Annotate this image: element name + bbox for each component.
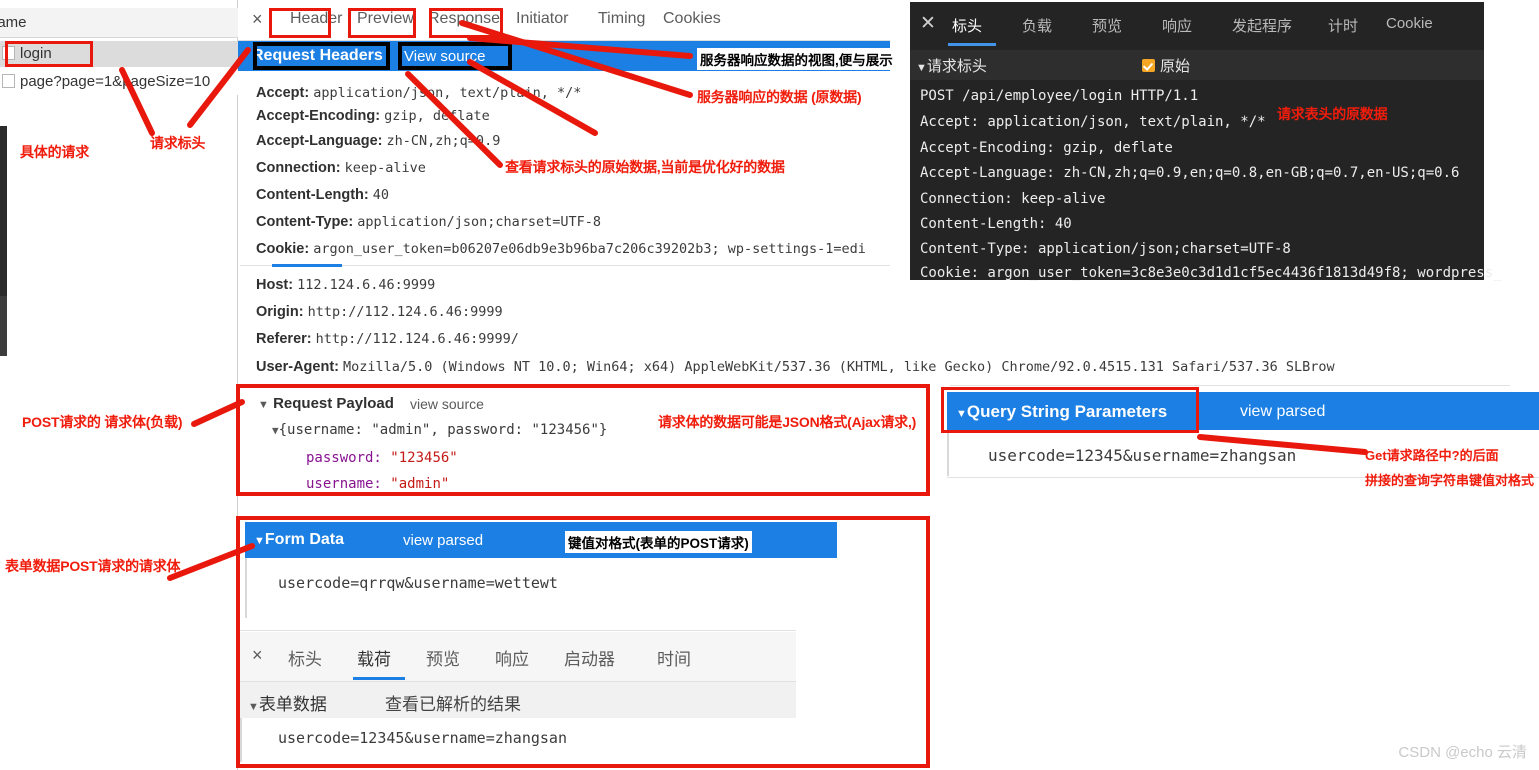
header-row: User-Agent: Mozilla/5.0 (Windows NT 10.0… (256, 359, 1335, 375)
header-row: Accept-Language: zh-CN,zh;q=0.9 (256, 133, 500, 149)
header-row: Content-Type: application/json;charset=U… (256, 214, 601, 230)
header-key: Host: (256, 277, 294, 293)
header-value: application/json, text/plain, */* (313, 85, 582, 101)
header-value: zh-CN,zh;q=0.9 (386, 133, 501, 149)
header-row: Content-Length: 40 (256, 187, 389, 203)
tab-initiator-cn[interactable]: 发起程序 (1232, 15, 1292, 36)
header-key: Content-Length: (256, 187, 369, 203)
tab-response-cn[interactable]: 响应 (1162, 15, 1192, 36)
dark-section-title-text: 请求标头 (926, 58, 987, 75)
cn-devtools-dark-panel: ✕ 标头 负载 预览 响应 发起程序 计时 Cookie ▼请求标头 原始 PO… (910, 2, 1502, 281)
raw-header-line: POST /api/employee/login HTTP/1.1 (920, 88, 1199, 104)
raw-header-line: Content-Type: application/json;charset=U… (920, 241, 1291, 257)
highlight-box-request-payload (236, 384, 930, 496)
header-value: http://112.124.6.46:9999 (307, 304, 503, 320)
header-value: application/json;charset=UTF-8 (357, 214, 602, 230)
header-row: Cookie: argon_user_token=b06207e06db9e3b… (256, 241, 866, 257)
checkbox-icon[interactable] (2, 74, 15, 88)
qs-indent-guide (947, 430, 949, 476)
close-icon[interactable]: ✕ (920, 14, 936, 33)
header-row: Connection: keep-alive (256, 160, 426, 176)
request-list-header: lame (0, 8, 238, 38)
header-value: Mozilla/5.0 (Windows NT 10.0; Win64; x64… (343, 359, 1335, 375)
header-key: User-Agent: (256, 359, 339, 375)
close-icon[interactable]: × (252, 10, 263, 28)
header-value: http://112.124.6.46:9999/ (315, 331, 519, 347)
raw-header-line: Accept-Language: zh-CN,zh;q=0.9,en;q=0.8… (920, 165, 1460, 181)
annotation-response-raw-data: 服务器响应的数据 (原数据) (697, 89, 862, 105)
request-list-panel: lame login page?page=1&pageSize=10 (0, 0, 238, 770)
left-dark-strip-lower (0, 296, 7, 356)
raw-header-line: Cookie: argon_user_token=3c8e3e0c3d1d1cf… (920, 265, 1502, 281)
tab-preview-cn[interactable]: 预览 (1092, 15, 1122, 36)
header-key: Cookie: (256, 241, 310, 257)
annotation-raw-header-data: 请求表头的原数据 (1277, 106, 1388, 122)
watermark: CSDN @echo 云清 (1398, 744, 1527, 761)
header-key: Accept: (256, 85, 310, 101)
raw-header-line: Connection: keep-alive (920, 191, 1106, 207)
annotation-request-headers: 请求标头 (150, 135, 206, 151)
highlight-box-request-headers (253, 42, 390, 70)
header-row: Referer: http://112.124.6.46:9999/ (256, 331, 519, 347)
header-key: Content-Type: (256, 214, 354, 230)
tab-timing[interactable]: Timing (598, 10, 645, 28)
highlight-box-login (5, 41, 93, 67)
annotation-json-payload: 请求体的数据可能是JSON格式(Ajax请求,) (658, 414, 917, 430)
highlight-box-query-string (941, 387, 1199, 433)
raw-header-line: Accept-Encoding: gzip, deflate (920, 140, 1173, 156)
tab-cookies[interactable]: Cookies (663, 10, 721, 28)
divider (950, 385, 1510, 386)
header-value: 112.124.6.46:9999 (297, 277, 436, 293)
header-row: Accept: application/json, text/plain, */… (256, 85, 581, 101)
raw-checkbox[interactable] (1142, 59, 1155, 72)
query-string-view-parsed-link[interactable]: view parsed (1240, 403, 1325, 421)
dark-section-header[interactable]: ▼请求标头 原始 (910, 50, 1484, 80)
highlight-box-tab-preview (348, 8, 416, 38)
highlight-box-view-source (398, 42, 512, 70)
tab-payload-cn[interactable]: 负载 (1022, 15, 1052, 36)
header-key: Referer: (256, 331, 312, 347)
annotation-response-view: 服务器响应数据的视图,便与展示 (697, 48, 896, 70)
tab-timing-cn[interactable]: 计时 (1328, 15, 1358, 36)
annotation-view-raw-headers: 查看请求标头的原始数据,当前是优化好的数据 (505, 159, 785, 175)
raw-header-line: Accept: application/json, text/plain, */… (920, 114, 1266, 130)
annotation-form-post-body: 表单数据POST请求的请求体 (5, 558, 181, 574)
header-key: Origin: (256, 304, 304, 320)
annotation-specific-request: 具体的请求 (20, 144, 89, 160)
tab-cookie-cn[interactable]: Cookie (1386, 15, 1433, 32)
header-value: gzip, deflate (384, 108, 490, 124)
header-key: Accept-Encoding: (256, 108, 381, 124)
tab-headers-cn[interactable]: 标头 (952, 15, 982, 36)
query-string-value: usercode=12345&username=zhangsan (988, 446, 1297, 465)
header-value: keep-alive (344, 160, 426, 176)
devtools-tabbar: × Header Preview Response Initiator Timi… (238, 0, 890, 41)
header-value: argon_user_token=b06207e06db9e3b96ba7c20… (313, 241, 866, 257)
list-item[interactable]: page?page=1&pageSize=10 (0, 69, 238, 95)
left-dark-strip (0, 126, 7, 296)
header-row: Accept-Encoding: gzip, deflate (256, 108, 490, 124)
dark-tabbar: ✕ 标头 负载 预览 响应 发起程序 计时 Cookie (910, 2, 1484, 46)
triangle-down-icon[interactable]: ▼ (916, 62, 927, 74)
highlight-box-tab-response (429, 8, 503, 38)
header-key: Connection: (256, 160, 341, 176)
tab-initiator[interactable]: Initiator (516, 10, 568, 28)
active-tab-underline (272, 264, 342, 267)
raw-header-line: Content-Length: 40 (920, 216, 1072, 232)
header-row: Host: 112.124.6.46:9999 (256, 277, 435, 293)
column-header-name: lame (0, 14, 27, 31)
dark-active-tab-underline (948, 43, 996, 46)
annotation-get-query: Get请求路径中?的后面 (1365, 448, 1499, 463)
header-key: Accept-Language: (256, 133, 383, 149)
dark-section-title: ▼请求标头 (916, 55, 987, 76)
highlight-box-tab-header (269, 8, 331, 38)
annotation-query-kv: 拼接的查询字符串键值对格式 (1365, 473, 1535, 488)
raw-checkbox-label: 原始 (1160, 58, 1191, 75)
request-name: page?page=1&pageSize=10 (20, 73, 211, 90)
highlight-box-form-data (236, 516, 930, 768)
annotation-kv-format: 键值对格式(表单的POST请求) (565, 531, 752, 553)
header-row: Origin: http://112.124.6.46:9999 (256, 304, 503, 320)
annotation-post-body: POST请求的 请求体(负载) (22, 414, 183, 430)
header-value: 40 (372, 187, 390, 203)
